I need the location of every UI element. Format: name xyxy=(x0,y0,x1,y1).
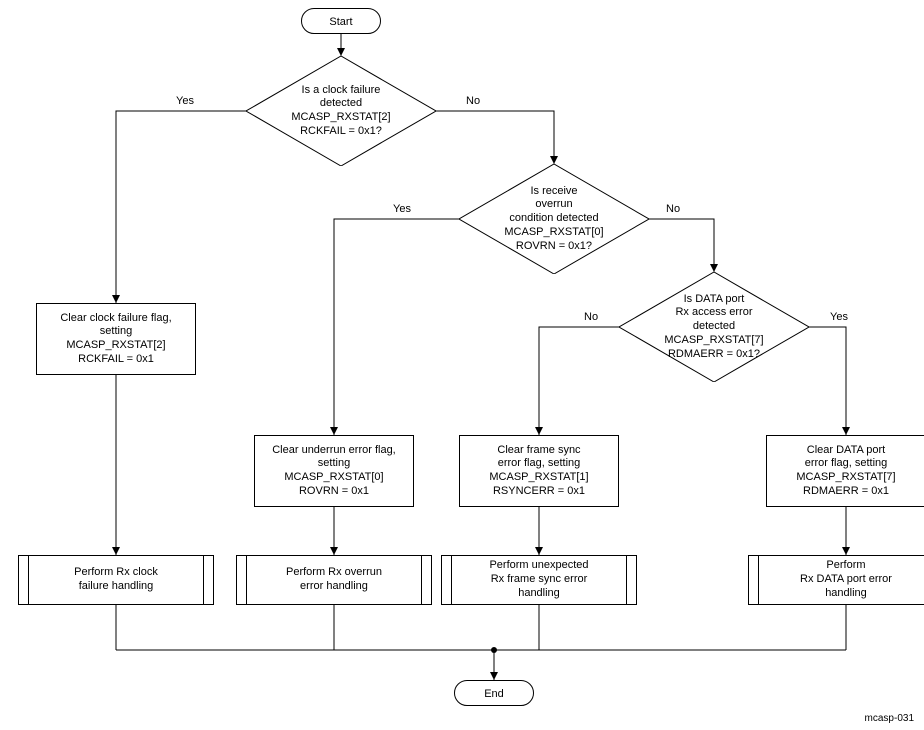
decision-receive-overrun: Is receive overrun condition detected MC… xyxy=(459,164,649,274)
process-clear-data-port: Clear DATA port error flag, setting MCAS… xyxy=(766,435,924,507)
sub3-line2: Rx DATA port error xyxy=(800,573,892,587)
sub3-line3: handling xyxy=(800,587,892,601)
dec1-line4: RCKFAIL = 0x1? xyxy=(291,125,390,139)
subA-line1: Perform Rx clock xyxy=(74,566,158,580)
start-label: Start xyxy=(329,16,352,28)
dec1-line3: MCASP_RXSTAT[2] xyxy=(291,111,390,125)
dec3-line4: MCASP_RXSTAT[7] xyxy=(664,334,763,348)
start-terminal: Start xyxy=(301,8,381,34)
sub1-line1: Perform Rx overrun xyxy=(286,566,382,580)
dec2-line5: ROVRN = 0x1? xyxy=(504,240,603,254)
proc2-line3: MCASP_RXSTAT[1] xyxy=(489,471,588,485)
proc2-line4: RSYNCERR = 0x1 xyxy=(489,485,588,499)
dec3-yes-label: Yes xyxy=(830,312,848,323)
end-terminal: End xyxy=(454,680,534,706)
subprocess-rx-overrun: Perform Rx overrun error handling xyxy=(236,555,432,605)
dec2-line4: MCASP_RXSTAT[0] xyxy=(504,226,603,240)
subprocess-rx-frame-sync: Perform unexpected Rx frame sync error h… xyxy=(441,555,637,605)
figure-id: mcasp-031 xyxy=(865,713,914,724)
dec1-line2: detected xyxy=(291,97,390,111)
proc3-line2: error flag, setting xyxy=(796,457,895,471)
end-label: End xyxy=(484,688,504,700)
dec1-no-label: No xyxy=(466,96,480,107)
sub1-line2: error handling xyxy=(286,580,382,594)
procA-line3: MCASP_RXSTAT[2] xyxy=(60,339,171,353)
sub2-line1: Perform unexpected xyxy=(489,559,588,573)
subprocess-rx-data-port: Perform Rx DATA port error handling xyxy=(748,555,924,605)
proc2-line1: Clear frame sync xyxy=(489,444,588,458)
process-clear-clock-failure: Clear clock failure flag, setting MCASP_… xyxy=(36,303,196,375)
proc3-line1: Clear DATA port xyxy=(796,444,895,458)
dec2-line3: condition detected xyxy=(504,212,603,226)
dec1-line1: Is a clock failure xyxy=(291,84,390,98)
proc3-line3: MCASP_RXSTAT[7] xyxy=(796,471,895,485)
dec3-no-label: No xyxy=(584,312,598,323)
process-clear-underrun: Clear underrun error flag, setting MCASP… xyxy=(254,435,414,507)
proc2-line2: error flag, setting xyxy=(489,457,588,471)
dec3-line2: Rx access error xyxy=(664,306,763,320)
proc1-line3: MCASP_RXSTAT[0] xyxy=(272,471,396,485)
procA-line4: RCKFAIL = 0x1 xyxy=(60,353,171,367)
dec2-line2: overrun xyxy=(504,198,603,212)
dec1-yes-label: Yes xyxy=(176,96,194,107)
subprocess-rx-clock-failure: Perform Rx clock failure handling xyxy=(18,555,214,605)
dec3-line1: Is DATA port xyxy=(664,293,763,307)
proc1-line4: ROVRN = 0x1 xyxy=(272,485,396,499)
procA-line1: Clear clock failure flag, xyxy=(60,312,171,326)
dec3-line3: detected xyxy=(664,320,763,334)
dec2-line1: Is receive xyxy=(504,185,603,199)
sub3-line1: Perform xyxy=(800,559,892,573)
proc1-line1: Clear underrun error flag, xyxy=(272,444,396,458)
dec3-line5: RDMAERR = 0x1? xyxy=(664,348,763,362)
sub2-line2: Rx frame sync error xyxy=(489,573,588,587)
dec2-no-label: No xyxy=(666,204,680,215)
decision-data-port-error: Is DATA port Rx access error detected MC… xyxy=(619,272,809,382)
subA-line2: failure handling xyxy=(74,580,158,594)
sub2-line3: handling xyxy=(489,587,588,601)
process-clear-frame-sync: Clear frame sync error flag, setting MCA… xyxy=(459,435,619,507)
procA-line2: setting xyxy=(60,325,171,339)
decision-clock-failure: Is a clock failure detected MCASP_RXSTAT… xyxy=(246,56,436,166)
dec2-yes-label: Yes xyxy=(393,204,411,215)
proc1-line2: setting xyxy=(272,457,396,471)
proc3-line4: RDMAERR = 0x1 xyxy=(796,485,895,499)
